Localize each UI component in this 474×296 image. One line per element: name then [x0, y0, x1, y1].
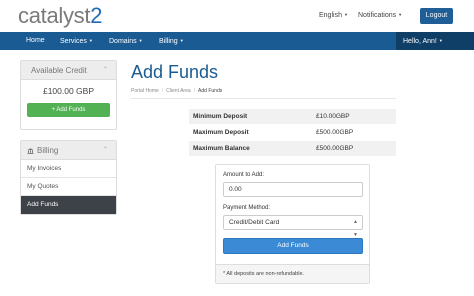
notifications-dropdown[interactable]: Notifications ▼	[358, 12, 402, 19]
payment-method-value: Credit/Debit Card	[229, 219, 280, 226]
limit-label: Maximum Balance	[193, 145, 250, 152]
caret-down-icon: ▼	[343, 12, 348, 17]
deposit-limits-table: Minimum Deposit £10.00GBP Maximum Deposi…	[189, 109, 396, 157]
caret-down-icon: ▼	[438, 38, 443, 43]
breadcrumb-portal-home[interactable]: Portal Home	[131, 88, 159, 94]
breadcrumb-separator: /	[161, 88, 164, 94]
payment-method-select[interactable]: Credit/Debit Card ▲ ▼	[223, 215, 363, 238]
breadcrumb: Portal Home / Client Area / Add Funds	[131, 88, 222, 94]
caret-down-icon: ▼	[398, 12, 403, 17]
breadcrumb-client-area[interactable]: Client Area	[166, 88, 190, 94]
available-credit-panel: Available Credit ⌃ £100.00 GBP + Add Fun…	[20, 60, 117, 130]
table-row: Maximum Balance £500.00GBP	[189, 141, 396, 157]
amount-input[interactable]: 0.00	[223, 182, 363, 197]
nav-domains[interactable]: Domains ▼	[109, 32, 143, 50]
language-label: English	[319, 12, 342, 19]
logout-button[interactable]: Logout	[420, 8, 453, 24]
limit-value: £500.00GBP	[316, 145, 354, 152]
nav-billing[interactable]: Billing ▼	[159, 32, 184, 50]
language-dropdown[interactable]: English ▼	[319, 12, 348, 19]
nav-home[interactable]: Home	[26, 32, 45, 50]
billing-panel: Billing ⌃ My Invoices My Quotes Add Fund…	[20, 140, 117, 215]
available-credit-header[interactable]: Available Credit ⌃	[21, 61, 116, 80]
nav-services[interactable]: Services ▼	[60, 32, 93, 50]
amount-label: Amount to Add:	[223, 172, 265, 178]
sidebar-add-funds-button[interactable]: + Add Funds	[27, 103, 110, 117]
user-menu[interactable]: Hello, Ann! ▼	[396, 32, 474, 50]
user-menu-label: Hello, Ann!	[403, 38, 437, 45]
add-funds-form: Amount to Add: 0.00 Payment Method: Cred…	[215, 164, 370, 284]
limit-value: £10.00GBP	[316, 113, 350, 120]
billing-header[interactable]: Billing ⌃	[21, 141, 116, 160]
credit-amount: £100.00 GBP	[42, 86, 95, 96]
breadcrumb-divider	[131, 98, 396, 99]
add-funds-submit-button[interactable]: Add Funds	[223, 238, 363, 254]
main-navbar: Home Services ▼ Domains ▼ Billing ▼ Hello, …	[0, 32, 474, 50]
limit-label: Minimum Deposit	[193, 113, 248, 120]
caret-down-icon: ▼	[88, 38, 93, 43]
logo-number: 2	[90, 3, 103, 28]
limit-label: Maximum Deposit	[193, 129, 249, 136]
breadcrumb-current: Add Funds	[198, 88, 223, 94]
logo[interactable]: catalyst2	[18, 3, 102, 29]
non-refundable-note: * All deposits are non-refundable.	[216, 264, 369, 283]
table-row: Maximum Deposit £500.00GBP	[189, 125, 396, 141]
available-credit-title: Available Credit	[31, 66, 87, 75]
billing-title: Billing	[37, 146, 59, 155]
nav-domains-label: Domains	[109, 38, 137, 45]
logo-text: catalyst	[18, 3, 91, 28]
nav-home-label: Home	[26, 37, 45, 44]
chevron-up-icon[interactable]: ⌃	[103, 141, 108, 160]
nav-billing-label: Billing	[159, 38, 178, 45]
notifications-label: Notifications	[358, 12, 397, 19]
caret-down-icon: ▼	[138, 38, 143, 43]
limit-value: £500.00GBP	[316, 129, 354, 136]
breadcrumb-separator: /	[193, 88, 196, 94]
sidebar-item-add-funds[interactable]: Add Funds	[21, 196, 116, 214]
page-title: Add Funds	[131, 62, 219, 82]
form-body: Amount to Add: 0.00 Payment Method: Cred…	[216, 165, 369, 264]
sidebar-item-my-quotes[interactable]: My Quotes	[21, 178, 116, 196]
nav-services-label: Services	[60, 38, 87, 45]
chevron-up-icon[interactable]: ⌃	[103, 61, 108, 80]
payment-method-label: Payment Method:	[223, 205, 271, 211]
caret-down-icon: ▼	[179, 38, 184, 43]
bank-icon	[27, 142, 34, 154]
sidebar-item-my-invoices[interactable]: My Invoices	[21, 160, 116, 178]
top-header: catalyst2 English ▼ Notifications ▼ Logout	[0, 0, 474, 32]
table-row: Minimum Deposit £10.00GBP	[189, 109, 396, 125]
